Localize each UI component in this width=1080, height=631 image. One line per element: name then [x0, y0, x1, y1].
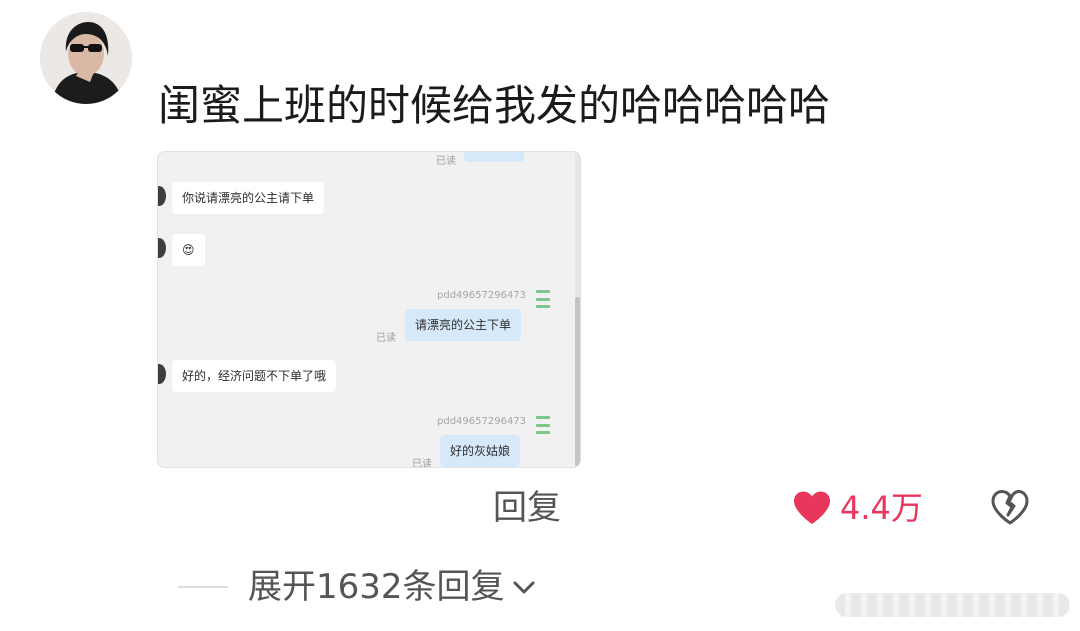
chat-bubble-right: 好的灰姑娘 — [440, 435, 521, 467]
sender-avatar — [158, 238, 166, 258]
expand-replies-label: 展开1632条回复 — [248, 567, 505, 607]
read-status: 已读 — [412, 459, 432, 468]
like-button[interactable]: 4.4万 — [792, 486, 923, 530]
broken-heart-icon — [991, 490, 1029, 525]
chat-bubble-right: 请漂亮的公主下单 — [405, 309, 522, 341]
chat-bubble-left: 你说请漂亮的公主请下单 — [172, 182, 325, 214]
chat-bubble-emoji: 😍 — [172, 234, 205, 266]
attached-chat-image[interactable]: 已读 你说请漂亮的公主请下单 😍 pdd49657296473 已读 请漂亮的公… — [157, 151, 581, 468]
sender-avatar — [158, 364, 166, 384]
chat-bubble-left: 好的，经济问题不下单了哦 — [172, 360, 337, 392]
expand-replies-button[interactable]: 展开1632条回复 — [248, 565, 537, 609]
reply-button[interactable]: 回复 — [493, 486, 561, 530]
like-count: 4.4万 — [840, 489, 923, 527]
sender-id: pdd49657296473 — [437, 416, 527, 427]
heart-icon — [794, 491, 830, 524]
read-status: 已读 — [376, 333, 396, 344]
sender-avatar — [158, 186, 166, 206]
scrollbar-thumb — [575, 297, 580, 467]
chevron-down-icon — [513, 581, 535, 594]
read-status: 已读 — [436, 156, 456, 167]
comment-text: 闺蜜上班的时候给我发的哈哈哈哈哈 — [158, 81, 831, 130]
chat-bubble-cutoff — [464, 152, 524, 162]
avatar[interactable] — [40, 12, 132, 104]
dislike-button[interactable] — [990, 487, 1030, 527]
sender-id: pdd49657296473 — [437, 290, 527, 301]
avatar-image — [40, 12, 132, 104]
divider-line — [178, 586, 228, 588]
badge-icon — [536, 290, 550, 308]
watermark — [835, 593, 1070, 617]
badge-icon — [536, 416, 550, 434]
